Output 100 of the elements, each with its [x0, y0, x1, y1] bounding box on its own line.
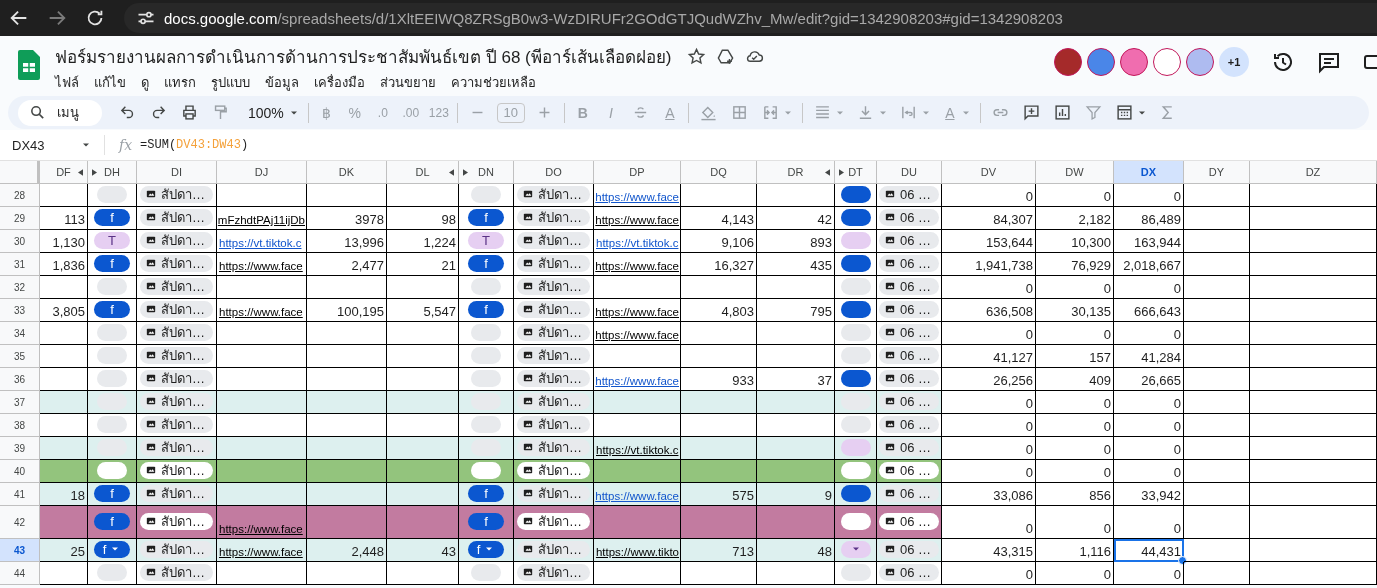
file-chip[interactable]: 06 …	[878, 461, 939, 479]
row-header[interactable]: 38	[0, 414, 40, 437]
platform-chip[interactable]: f	[94, 540, 130, 558]
file-chip[interactable]: สัปดา…	[140, 540, 213, 558]
link[interactable]: https://vt.tiktok.c	[219, 237, 302, 249]
platform-chip[interactable]	[840, 484, 871, 502]
platform-chip[interactable]: f	[94, 484, 130, 502]
file-chip[interactable]: 06 …	[878, 512, 939, 530]
platform-chip[interactable]: T	[468, 231, 504, 249]
file-chip[interactable]: สัปดา…	[517, 563, 590, 581]
row-header[interactable]: 39	[0, 437, 40, 460]
platform-chip[interactable]: f	[94, 300, 130, 318]
filter-icon[interactable]	[1084, 104, 1102, 121]
menu-item[interactable]: รูปแบบ	[211, 72, 250, 93]
file-chip[interactable]: สัปดา…	[140, 323, 213, 341]
name-box[interactable]: DX43	[0, 135, 105, 155]
platform-chip[interactable]	[840, 512, 871, 530]
expand-columns-icon[interactable]	[92, 169, 97, 176]
row-header[interactable]: 40	[0, 460, 40, 483]
link[interactable]: https://vt.tiktok.c	[596, 237, 679, 249]
comment-icon[interactable]	[1317, 50, 1341, 74]
more-collaborators-badge[interactable]: +1	[1219, 47, 1249, 77]
sheets-logo-icon[interactable]	[18, 50, 40, 80]
file-chip[interactable]: 06 …	[878, 540, 939, 558]
file-chip[interactable]: สัปดา…	[517, 254, 590, 272]
file-chip[interactable]: 06 …	[878, 254, 939, 272]
link[interactable]: https://www.face	[595, 214, 679, 226]
file-chip[interactable]: 06 …	[878, 563, 939, 581]
row-header[interactable]: 44	[0, 562, 40, 585]
link[interactable]: https://www.face	[595, 191, 679, 203]
platform-chip[interactable]: f	[468, 254, 504, 272]
link[interactable]: https://www.face	[595, 375, 679, 387]
horizontal-align-icon[interactable]	[813, 104, 831, 121]
file-chip[interactable]: สัปดา…	[517, 369, 590, 387]
link[interactable]: https://www.face	[595, 490, 679, 502]
file-chip[interactable]: 06 …	[878, 323, 939, 341]
menu-item[interactable]: แทรก	[164, 72, 196, 93]
file-chip[interactable]: สัปดา…	[517, 277, 590, 295]
menu-item[interactable]: ดู	[141, 72, 149, 93]
link[interactable]: https://www.tikto	[595, 546, 679, 558]
file-chip[interactable]: สัปดา…	[140, 415, 213, 433]
file-chip[interactable]: สัปดา…	[517, 415, 590, 433]
file-chip[interactable]: 06 …	[878, 208, 939, 226]
file-chip[interactable]: สัปดา…	[517, 438, 590, 456]
row-header[interactable]: 30	[0, 230, 40, 253]
drive-add-icon[interactable]	[716, 46, 736, 66]
chart-icon[interactable]	[1053, 104, 1071, 121]
file-chip[interactable]: 06 …	[878, 484, 939, 502]
platform-chip[interactable]	[840, 254, 871, 272]
text-wrap-icon[interactable]	[899, 104, 917, 121]
file-chip[interactable]: สัปดา…	[517, 300, 590, 318]
avatar[interactable]	[1054, 48, 1082, 76]
row-header[interactable]: 34	[0, 322, 40, 345]
link[interactable]: https://www.face	[595, 329, 679, 341]
expand-columns-icon[interactable]	[839, 169, 844, 176]
link[interactable]: https://www.face	[595, 306, 679, 318]
avatar[interactable]	[1087, 48, 1115, 76]
add-comment-icon[interactable]	[1022, 104, 1040, 121]
redo-icon[interactable]	[150, 104, 167, 121]
platform-chip[interactable]: f	[94, 208, 130, 226]
link[interactable]: https://www.face	[219, 306, 303, 318]
document-title[interactable]: ฟอร์มรายงานผลการดำเนินการด้านการประชาสัมพันธ์เขต ปี 68 (พีอาร์เส้นเลือดฝอย)	[55, 42, 672, 70]
borders-icon[interactable]	[730, 104, 748, 121]
file-chip[interactable]: สัปดา…	[140, 185, 213, 203]
file-chip[interactable]: สัปดา…	[140, 369, 213, 387]
file-chip[interactable]: สัปดา…	[140, 277, 213, 295]
table-icon[interactable]	[1115, 104, 1133, 121]
platform-chip[interactable]	[840, 369, 871, 387]
platform-chip[interactable]: f	[468, 208, 504, 226]
file-chip[interactable]: สัปดา…	[140, 254, 213, 272]
file-chip[interactable]: สัปดา…	[517, 484, 590, 502]
file-chip[interactable]: สัปดา…	[517, 323, 590, 341]
link[interactable]: https://www.face	[219, 523, 303, 535]
file-chip[interactable]: สัปดา…	[140, 231, 213, 249]
file-chip[interactable]: สัปดา…	[140, 461, 213, 479]
avatar[interactable]	[1120, 48, 1148, 76]
row-header[interactable]: 33	[0, 299, 40, 322]
platform-chip[interactable]: f	[468, 512, 504, 530]
file-chip[interactable]: สัปดา…	[517, 185, 590, 203]
file-chip[interactable]: 06 …	[878, 277, 939, 295]
file-chip[interactable]: สัปดา…	[517, 461, 590, 479]
row-header[interactable]: 31	[0, 253, 40, 276]
star-icon[interactable]	[687, 46, 707, 66]
file-chip[interactable]: 06 …	[878, 300, 939, 318]
undo-icon[interactable]	[119, 104, 136, 121]
expand-columns-icon[interactable]	[825, 169, 830, 176]
menu-item[interactable]: ส่วนขยาย	[380, 72, 436, 93]
avatar[interactable]	[1186, 48, 1214, 76]
menu-item[interactable]: ไฟล์	[55, 72, 79, 93]
file-chip[interactable]: 06 …	[878, 185, 939, 203]
menu-item[interactable]: แก้ไข	[94, 72, 126, 93]
menu-item[interactable]: ข้อมูล	[265, 72, 299, 93]
file-chip[interactable]: 06 …	[878, 438, 939, 456]
link[interactable]: https://www.face	[219, 546, 303, 558]
file-chip[interactable]: 06 …	[878, 231, 939, 249]
file-chip[interactable]: สัปดา…	[140, 346, 213, 364]
menu-item[interactable]: ความช่วยเหลือ	[451, 72, 536, 93]
print-icon[interactable]	[181, 104, 198, 121]
file-chip[interactable]: สัปดา…	[517, 392, 590, 410]
file-chip[interactable]: สัปดา…	[140, 208, 213, 226]
